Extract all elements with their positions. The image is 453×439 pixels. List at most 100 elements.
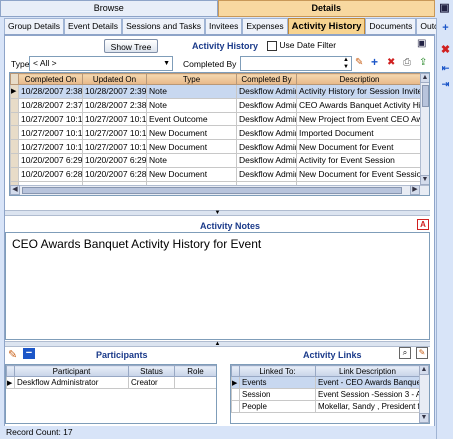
table-cell: Session	[239, 388, 316, 401]
links-vertical-scrollbar[interactable]: ▲ ▼	[419, 365, 429, 423]
column-header[interactable]: Completed By	[236, 73, 297, 85]
table-cell: Imported Document	[296, 125, 423, 141]
column-header[interactable]: Participant	[14, 365, 129, 377]
splitter-bottom[interactable]: ▲	[5, 341, 430, 347]
table-cell: Deskflow Admini	[236, 111, 297, 127]
column-header[interactable]: Completed On	[18, 73, 83, 85]
table-cell: New Document for Event Session	[296, 166, 423, 182]
activity-notes-text[interactable]: CEO Awards Banquet Activity History for …	[5, 232, 430, 340]
grid-horizontal-scrollbar[interactable]: ◀ ▶	[10, 185, 429, 195]
scroll-thumb[interactable]	[422, 85, 429, 107]
table-cell: 10/27/2007 10:12	[82, 139, 147, 154]
tab-invitees[interactable]: Invitees	[205, 18, 243, 34]
header-indicator	[231, 365, 240, 377]
table-cell: 10/28/2007 2:38 F	[82, 97, 147, 113]
export-icon[interactable]: ⇪	[419, 57, 427, 68]
scroll-down-icon[interactable]: ▼	[419, 413, 429, 423]
tab-details[interactable]: Details	[217, 0, 435, 17]
column-header[interactable]: Type	[146, 73, 237, 85]
status-bar: Record Count: 17	[0, 426, 436, 439]
type-select[interactable]: < All > ▼	[29, 56, 173, 71]
last-record-icon[interactable]: ⇥	[439, 78, 452, 91]
font-icon[interactable]: A	[417, 219, 429, 230]
scroll-down-icon[interactable]: ▼	[420, 175, 429, 185]
table-cell: People	[239, 400, 316, 413]
first-record-icon[interactable]: ⇤	[439, 62, 452, 75]
tab-group-details[interactable]: Group Details	[4, 18, 64, 34]
search-links-icon[interactable]: ⌕	[399, 347, 411, 359]
table-cell: New Project from Event CEO Awar	[296, 111, 423, 127]
remove-participant-icon[interactable]: −	[23, 348, 35, 359]
row-selector	[10, 125, 19, 141]
table-row[interactable]: ▶ 10/28/2007 2:38 I 10/28/2007 2:39 F No…	[10, 84, 423, 99]
table-cell: Deskflow Admini	[236, 84, 297, 99]
table-cell: 10/27/2007 10:15	[18, 111, 83, 127]
table-cell: Creator	[128, 376, 175, 389]
tab-documents[interactable]: Documents	[365, 18, 417, 34]
participants-title: Participants	[96, 350, 148, 360]
column-header[interactable]: Link Description	[315, 365, 420, 377]
table-row[interactable]: 10/28/2007 2:37 I 10/28/2007 2:38 F Note…	[10, 97, 423, 113]
header-indicator	[10, 73, 19, 85]
participants-header-row: Participant Status Role	[6, 365, 216, 377]
tab-sessions-and-tasks[interactable]: Sessions and Tasks	[122, 18, 206, 34]
table-row[interactable]: 10/27/2007 10:15 10/27/2007 10:15 Event …	[10, 111, 423, 127]
table-row[interactable]: Session Event Session -Session 3 - Awar	[231, 388, 420, 401]
edit-links-icon[interactable]: ✎	[416, 347, 428, 359]
delete-activity-icon[interactable]: ✖	[387, 57, 395, 68]
table-cell: 10/28/2007 2:39 F	[82, 84, 147, 99]
table-row[interactable]: People Mokellar, Sandy , President from	[231, 400, 420, 413]
table-cell: Event - CEO Awards Banquet	[315, 376, 420, 389]
table-cell: CEO Awards Banquet Activity Histo	[296, 97, 423, 113]
hscroll-thumb[interactable]	[22, 187, 402, 194]
add-icon[interactable]: +	[439, 22, 452, 35]
add-activity-icon[interactable]: +	[371, 56, 378, 68]
tab-browse[interactable]: Browse	[0, 0, 218, 17]
use-date-filter-checkbox[interactable]	[267, 40, 277, 51]
table-cell: Deskflow Administrator	[14, 376, 129, 389]
splitter-top[interactable]: ▼	[5, 210, 430, 216]
column-header[interactable]: Status	[128, 365, 175, 377]
delete-icon[interactable]: ✖	[439, 44, 452, 57]
save-notes-icon[interactable]: ▣	[417, 38, 426, 49]
scroll-up-icon[interactable]: ▲	[420, 73, 429, 83]
print-icon[interactable]: ⎙	[403, 57, 411, 68]
table-row[interactable]: 10/20/2007 6:29 I 10/20/2007 6:29 F Note…	[10, 152, 423, 168]
table-row[interactable]: ▶ Events Event - CEO Awards Banquet	[231, 376, 420, 389]
chevron-down-icon[interactable]: ▼	[163, 57, 170, 70]
column-header[interactable]: Updated On	[82, 73, 147, 85]
pin-participant-icon[interactable]: ✎	[8, 348, 17, 361]
table-cell: Deskflow Admini	[236, 97, 297, 113]
grid-vertical-scrollbar[interactable]: ▲ ▼	[420, 73, 429, 185]
tab-activity-history[interactable]: Activity History	[287, 18, 366, 34]
right-toolbar: + ✖ ⇤ ⇥	[436, 18, 453, 439]
table-header-row: Completed On Updated On Type Completed B…	[10, 73, 423, 85]
scroll-right-icon[interactable]: ▶	[410, 185, 420, 195]
row-selector	[10, 166, 19, 182]
pin-icon[interactable]: ✎	[355, 57, 363, 68]
column-header[interactable]: Linked To:	[239, 365, 316, 377]
use-date-filter-label: Use Date Filter	[279, 40, 337, 50]
completed-by-label: Completed By	[183, 59, 237, 69]
table-row[interactable]: ▶ Deskflow Administrator Creator	[6, 376, 216, 389]
table-cell: 10/20/2007 6:28 I	[18, 166, 83, 182]
table-cell	[174, 376, 216, 389]
scroll-up-icon[interactable]: ▲	[419, 365, 429, 375]
table-cell: New Document	[146, 166, 237, 182]
column-header[interactable]: Description	[296, 73, 423, 85]
row-selector	[10, 111, 19, 127]
table-row[interactable]: 10/27/2007 10:14 10/27/2007 10:14 New Do…	[10, 125, 423, 141]
scroll-left-icon[interactable]: ◀	[10, 185, 20, 195]
completed-by-input[interactable]: ▲ ▼	[240, 56, 352, 71]
column-header[interactable]: Role	[174, 365, 216, 377]
row-selector	[231, 388, 240, 401]
type-select-value: < All >	[33, 58, 57, 68]
save-icon[interactable]: ▣	[438, 2, 451, 15]
spinner-icon[interactable]: ▲ ▼	[343, 57, 349, 71]
table-row[interactable]: 10/27/2007 10:12 10/27/2007 10:12 New Do…	[10, 139, 423, 154]
activity-notes-title: Activity Notes	[200, 221, 261, 231]
table-row[interactable]: 10/20/2007 6:28 I 10/20/2007 6:28 F New …	[10, 166, 423, 182]
tab-expenses[interactable]: Expenses	[242, 18, 288, 34]
tab-event-details[interactable]: Event Details	[63, 18, 123, 34]
show-tree-button[interactable]: Show Tree	[104, 39, 158, 53]
